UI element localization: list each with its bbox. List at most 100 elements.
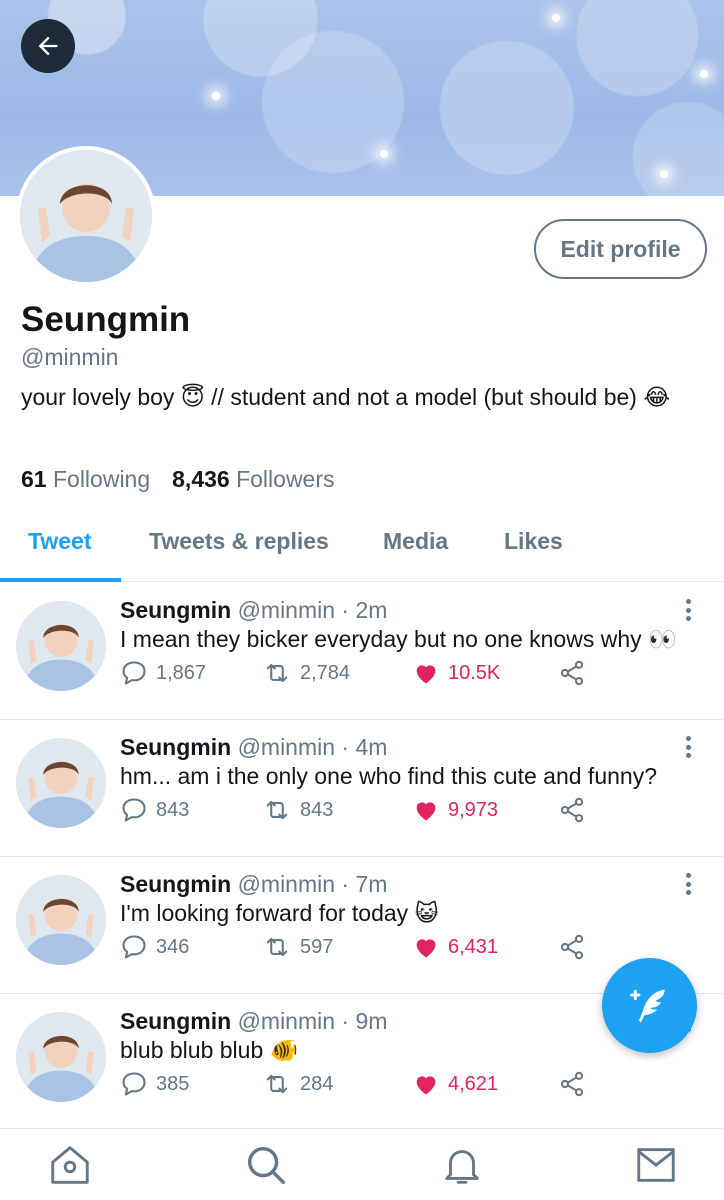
retweet-button[interactable]: 2,784 — [262, 659, 350, 687]
share-button[interactable] — [558, 933, 586, 961]
tweet[interactable]: Seungmin @minmin · 2m I mean they bicker… — [0, 583, 724, 720]
tweet[interactable]: Seungmin @minmin · 4m hm... am i the onl… — [0, 720, 724, 857]
share-icon — [560, 797, 584, 823]
retweet-icon — [266, 937, 288, 957]
nav-notifications[interactable] — [438, 1141, 486, 1189]
edit-profile-button[interactable]: Edit profile — [534, 219, 707, 279]
tweet-actions: 1,867 2,784 10.5K — [120, 659, 600, 689]
tweet-avatar[interactable] — [16, 738, 106, 828]
tweet-meta: @minmin · 7m — [237, 871, 388, 897]
arrow-left-icon — [38, 36, 58, 56]
share-button[interactable] — [558, 796, 586, 824]
retweet-button[interactable]: 597 — [262, 933, 333, 961]
avatar-image — [20, 150, 152, 282]
tweet-header: Seungmin @minmin · 7m — [120, 871, 387, 898]
like-count: 4,621 — [448, 1072, 499, 1095]
tweet-more-icon[interactable] — [676, 869, 700, 899]
retweet-button[interactable]: 843 — [262, 796, 333, 824]
reply-count: 346 — [156, 935, 190, 958]
tweet-more-icon[interactable] — [676, 595, 700, 625]
share-button[interactable] — [558, 1070, 586, 1098]
following-link[interactable]: 61 Following — [21, 466, 150, 493]
tweet-text: I'm looking forward for today 😺 — [120, 900, 439, 926]
tweet-author-name: Seungmin — [120, 734, 232, 760]
follow-stats: 61 Following 8,436 Followers — [21, 466, 335, 493]
retweet-count: 843 — [300, 798, 334, 821]
like-count: 6,431 — [448, 935, 499, 958]
reply-button[interactable]: 346 — [120, 933, 189, 961]
comment-icon — [122, 935, 146, 959]
compose-tweet-button[interactable] — [602, 958, 697, 1053]
tweet-actions: 385 284 4,621 — [120, 1070, 600, 1100]
reply-count: 1,867 — [156, 661, 207, 684]
retweet-button[interactable]: 284 — [262, 1070, 333, 1098]
search-icon — [247, 1146, 285, 1184]
retweet-count: 284 — [300, 1072, 334, 1095]
avatar-image — [16, 738, 106, 828]
following-label: Following — [52, 466, 151, 492]
like-button[interactable]: 6,431 — [412, 933, 498, 961]
following-count: 61 — [21, 466, 47, 492]
tweet-text: hm... am i the only one who find this cu… — [120, 763, 657, 789]
mail-icon — [637, 1148, 675, 1182]
nav-home[interactable] — [46, 1141, 94, 1189]
followers-link[interactable]: 8,436 Followers — [172, 466, 334, 493]
home-icon — [51, 1146, 89, 1184]
banner-sparkle — [552, 14, 560, 22]
tweet-header: Seungmin @minmin · 4m — [120, 734, 387, 761]
like-count: 9,973 — [448, 798, 499, 821]
tweet-more-icon[interactable] — [676, 732, 700, 762]
profile-tabs: Tweet Tweets & replies Media Likes — [0, 512, 724, 582]
tweet-meta: @minmin · 4m — [237, 734, 388, 760]
compose-feather-icon — [629, 989, 665, 1022]
like-button[interactable]: 10.5K — [412, 659, 500, 687]
banner-sparkle — [380, 150, 388, 158]
tweet-author-name: Seungmin — [120, 1008, 232, 1034]
retweet-icon — [266, 1074, 288, 1094]
like-count: 10.5K — [448, 661, 501, 684]
heart-icon — [416, 665, 436, 684]
heart-icon — [416, 939, 436, 958]
back-button[interactable] — [21, 19, 75, 73]
tweet-actions: 346 597 6,431 — [120, 933, 600, 963]
profile-avatar[interactable] — [16, 146, 156, 286]
tab-likes[interactable]: Likes — [504, 528, 563, 555]
comment-icon — [122, 661, 146, 685]
tweet-header: Seungmin @minmin · 9m — [120, 1008, 387, 1035]
profile-name: Seungmin — [21, 300, 191, 339]
tweet-author-name: Seungmin — [120, 597, 232, 623]
tweet-avatar[interactable] — [16, 601, 106, 691]
share-icon — [560, 660, 584, 686]
reply-button[interactable]: 385 — [120, 1070, 189, 1098]
avatar-image — [16, 601, 106, 691]
tab-tweet[interactable]: Tweet — [28, 528, 91, 555]
retweet-count: 2,784 — [300, 661, 351, 684]
reply-button[interactable]: 1,867 — [120, 659, 206, 687]
like-button[interactable]: 4,621 — [412, 1070, 498, 1098]
tweet-actions: 843 843 9,973 — [120, 796, 600, 826]
share-icon — [560, 934, 584, 960]
tweet-text: blub blub blub 🐠 — [120, 1037, 299, 1063]
tab-tweets-replies[interactable]: Tweets & replies — [149, 528, 329, 555]
profile-handle: @minmin — [21, 344, 119, 370]
tab-media[interactable]: Media — [383, 528, 448, 555]
retweet-icon — [266, 663, 288, 683]
active-tab-indicator — [0, 578, 121, 582]
tweet-text: I mean they bicker everyday but no one k… — [120, 626, 677, 652]
retweet-count: 597 — [300, 935, 334, 958]
reply-button[interactable]: 843 — [120, 796, 189, 824]
tweet-avatar[interactable] — [16, 1012, 106, 1102]
followers-count: 8,436 — [172, 466, 230, 492]
nav-messages[interactable] — [632, 1141, 680, 1189]
profile-bio: your lovely boy 😇 // student and not a m… — [21, 384, 671, 410]
tweet-meta: @minmin · 9m — [237, 1008, 388, 1034]
avatar-image — [16, 1012, 106, 1102]
share-button[interactable] — [558, 659, 586, 687]
retweet-icon — [266, 800, 288, 820]
like-button[interactable]: 9,973 — [412, 796, 498, 824]
heart-icon — [416, 802, 436, 821]
avatar-image — [16, 875, 106, 965]
followers-label: Followers — [236, 466, 335, 492]
nav-search[interactable] — [242, 1141, 290, 1189]
tweet-avatar[interactable] — [16, 875, 106, 965]
